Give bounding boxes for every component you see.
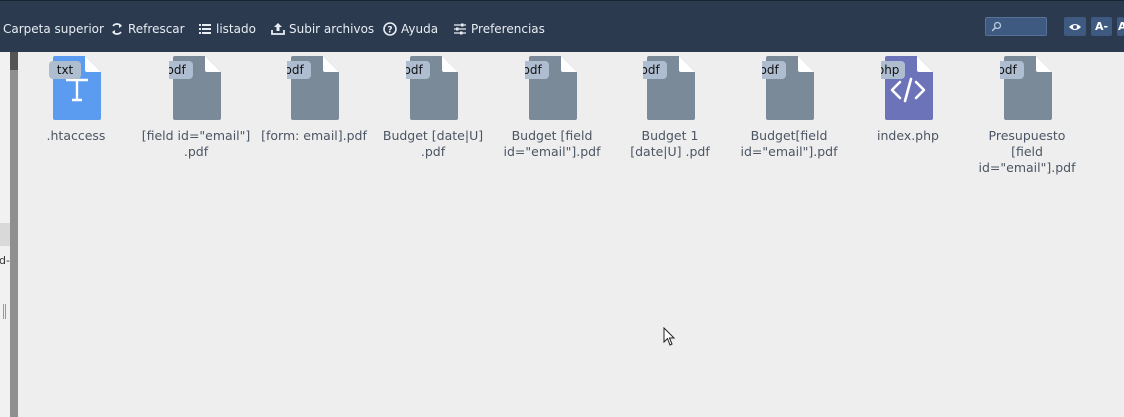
file-item[interactable]: txt .htaccess [21, 52, 131, 144]
search-input[interactable] [985, 17, 1047, 36]
file-item[interactable]: pdf Budget [field id="email"].pdf [497, 52, 607, 160]
file-item[interactable]: pdf Budget [date|U] .pdf [378, 52, 488, 160]
file-name: Budget[field id="email"].pdf [740, 128, 838, 159]
file-item[interactable]: pdf Budget 1 [date|U] .pdf [615, 52, 725, 160]
php-file-icon: php [881, 56, 933, 120]
file-grid: txt .htaccess pdf [field id="email"] .pd… [18, 52, 1124, 417]
file-type-badge: pdf [525, 63, 543, 77]
file-item[interactable]: php index.php [853, 52, 963, 144]
search-icon [991, 21, 1002, 32]
toolbar: Carpeta superior Refrescar listado Subir… [0, 0, 1124, 52]
file-item[interactable]: pdf [field id="email"] .pdf [141, 52, 251, 160]
file-type-badge: pdf [287, 63, 305, 77]
toolbar-item-label: Preferencias [471, 22, 545, 36]
pdf-file-icon: pdf [287, 56, 339, 120]
refresh-button[interactable]: Refrescar [110, 20, 185, 38]
upload-icon [271, 23, 285, 35]
sidebar-item-label: d- [0, 254, 10, 267]
refresh-icon [112, 23, 122, 35]
list-icon [199, 24, 211, 34]
pdf-file-icon: pdf [406, 56, 458, 120]
mouse-cursor-icon [663, 327, 676, 346]
toolbar-item-label: Refrescar [128, 22, 185, 36]
font-decrease-button[interactable]: A- [1091, 17, 1112, 36]
scrollbar-thumb[interactable] [10, 52, 18, 70]
sidebar-selected-item[interactable] [0, 223, 10, 246]
file-name: Presupuesto [field id="email"].pdf [978, 128, 1076, 175]
sidebar-scrollbar[interactable] [10, 52, 18, 417]
file-item[interactable]: pdf Presupuesto [field id="email"].pdf [972, 52, 1082, 176]
pdf-file-icon: pdf [643, 56, 695, 120]
list-view-button[interactable]: listado [198, 20, 256, 38]
txt-file-icon: txt [49, 56, 101, 120]
file-name: .htaccess [46, 128, 106, 143]
file-name: index.php [877, 128, 939, 143]
help-icon: ? [383, 22, 397, 36]
file-name: Budget [date|U] .pdf [382, 128, 484, 159]
file-name: [field id="email"] .pdf [141, 128, 251, 159]
parent-folder-button[interactable]: Carpeta superior [3, 20, 104, 38]
resize-grip[interactable] [3, 304, 6, 319]
file-type-badge: pdf [643, 63, 661, 77]
help-button[interactable]: ? Ayuda [383, 20, 438, 38]
toolbar-item-label: listado [216, 22, 256, 36]
file-type-badge: pdf [1000, 63, 1018, 77]
file-type-badge: pdf [406, 63, 424, 77]
file-type-badge: pdf [762, 63, 780, 77]
view-toggle-button[interactable] [1064, 17, 1086, 36]
preferences-button[interactable]: Preferencias [453, 20, 545, 38]
pdf-file-icon: pdf [169, 56, 221, 120]
toolbar-item-label: Carpeta superior [3, 22, 104, 36]
file-name: [form: email].pdf [261, 128, 367, 143]
font-increase-button[interactable]: A [1117, 17, 1124, 36]
file-item[interactable]: pdf Budget[field id="email"].pdf [734, 52, 844, 160]
upload-files-button[interactable]: Subir archivos [271, 20, 374, 38]
file-item[interactable]: pdf [form: email].pdf [259, 52, 369, 144]
file-name: Budget [field id="email"].pdf [503, 128, 601, 159]
eye-icon [1069, 23, 1081, 30]
pdf-file-icon: pdf [1000, 56, 1052, 120]
file-type-badge: php [881, 63, 899, 77]
pdf-file-icon: pdf [762, 56, 814, 120]
svg-text:?: ? [387, 26, 392, 36]
pdf-file-icon: pdf [525, 56, 577, 120]
sliders-icon [454, 23, 466, 35]
toolbar-item-label: Ayuda [401, 22, 439, 36]
file-type-badge: txt [57, 63, 74, 77]
file-name: Budget 1 [date|U] .pdf [630, 128, 710, 159]
toolbar-item-label: Subir archivos [289, 22, 375, 36]
file-type-badge: pdf [169, 63, 187, 77]
